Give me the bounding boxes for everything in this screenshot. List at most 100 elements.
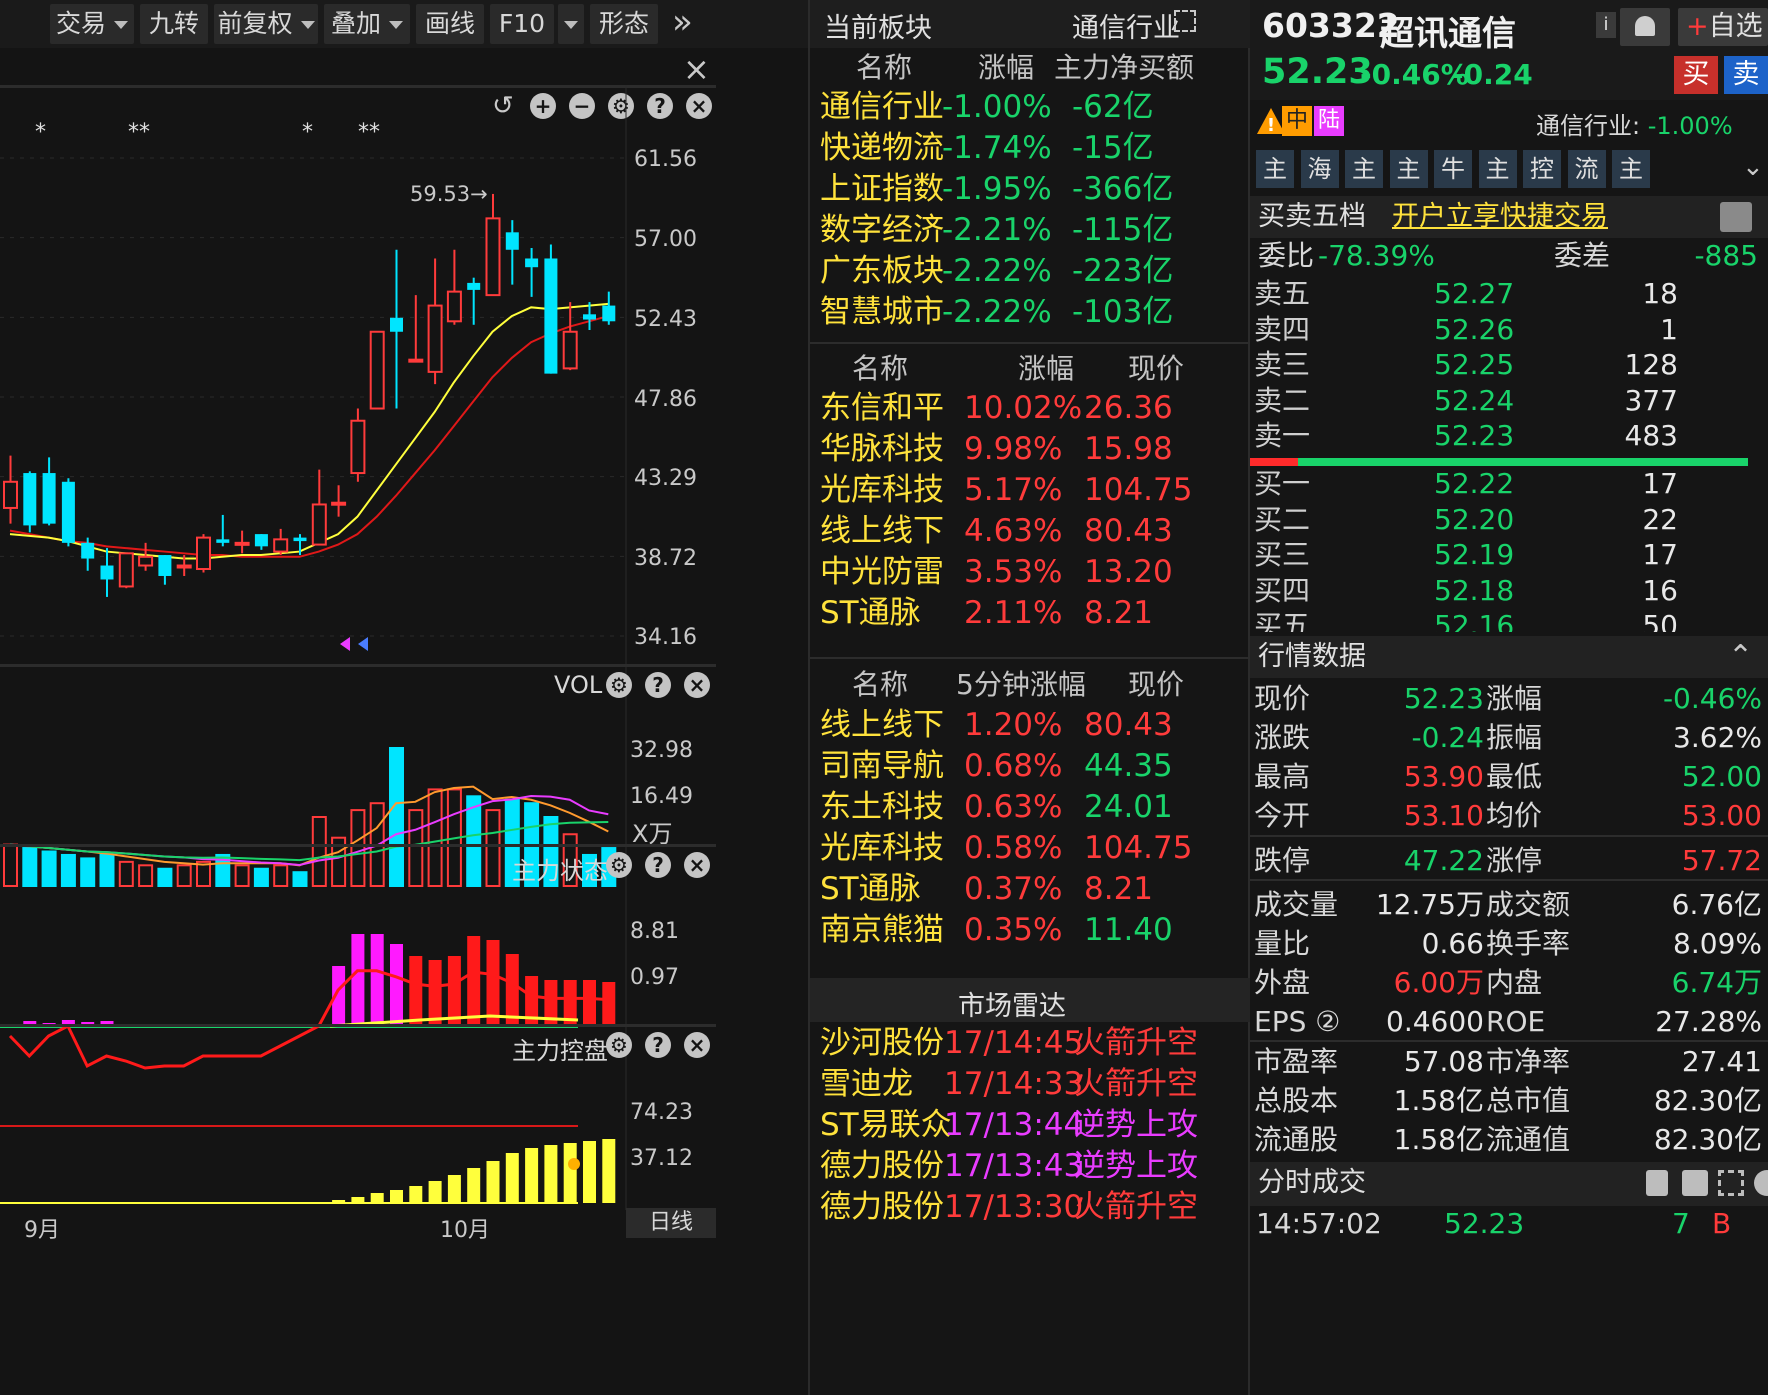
f10-button[interactable]: F10 [490, 4, 554, 44]
quote-value: 57.72 [1681, 844, 1762, 877]
ask-row[interactable]: 卖四 52.26 1 [1250, 310, 1768, 350]
divider [1250, 1040, 1768, 1042]
candle-body [350, 419, 366, 475]
quote-key: 涨跌 [1254, 721, 1311, 754]
fivemin-name: 南京熊猫 [820, 912, 944, 948]
close-icon[interactable]: × [684, 852, 710, 878]
leader-price: 13.20 [1084, 554, 1173, 590]
sector-industry-tab[interactable]: 通信行业 [1072, 6, 1180, 45]
sector-row[interactable]: 智慧城市 -2.22% -103亿 [810, 289, 1250, 335]
gear-icon[interactable]: ⚙ [606, 852, 632, 878]
calculator-icon[interactable] [1682, 1170, 1708, 1196]
gear-icon[interactable]: ⚙ [606, 672, 632, 698]
volume-bar [41, 850, 57, 887]
kline-chart-area[interactable]: × ↺ + − ⚙ ? × * ** * ** 61.56 57.00 52.4… [0, 48, 808, 1395]
fivemin-pct: 0.58% [964, 830, 1063, 866]
leader-row[interactable]: 光库科技 5.17% 104.75 [810, 467, 1250, 513]
quote-row: 流通股 1.58亿 流通值 82.30亿 [1250, 1120, 1768, 1160]
radar-row[interactable]: 雪迪龙 17/14:33 火箭升空 [810, 1061, 1250, 1107]
leader-row[interactable]: 东信和平 10.02% 26.36 [810, 385, 1250, 431]
expand-icon[interactable] [1718, 1170, 1744, 1196]
radar-name: 雪迪龙 [820, 1066, 913, 1102]
radar-name: ST易联众 [820, 1107, 952, 1143]
help-icon[interactable]: ? [645, 672, 671, 698]
jiuzhuan-button[interactable]: 九转 [140, 4, 208, 44]
bid-price: 52.16 [1434, 609, 1515, 632]
lock-icon[interactable] [1646, 1170, 1668, 1196]
fivemin-name: 光库科技 [820, 830, 944, 866]
leader-row[interactable]: 华脉科技 9.98% 15.98 [810, 426, 1250, 472]
pattern-button[interactable]: 形态 [590, 4, 658, 44]
sector-net-buy: -103亿 [1072, 294, 1174, 330]
quote-key: 均价 [1486, 799, 1543, 832]
trade-menu[interactable]: 交易 [50, 4, 134, 44]
fivemin-row[interactable]: 线上线下 1.20% 80.43 [810, 702, 1250, 748]
period-button[interactable]: 日线 [626, 1208, 716, 1238]
tick-price: 52.23 [1444, 1207, 1525, 1240]
ma-line-red [9, 315, 609, 558]
quote-key: 涨停 [1486, 844, 1543, 877]
bid-row[interactable]: 买三 52.19 17 [1250, 535, 1768, 575]
fivemin-columns: 名称 5分钟涨幅 现价 [810, 663, 1250, 707]
leader-row[interactable]: 线上线下 4.63% 80.43 [810, 508, 1250, 554]
draw-line-button[interactable]: 画线 [416, 4, 484, 44]
control-tick: 74.23 [630, 1100, 693, 1125]
expand-icon[interactable] [1174, 10, 1196, 32]
radar-row[interactable]: ST易联众 17/13:44 逆势上攻 [810, 1102, 1250, 1148]
radar-row[interactable]: 德力股份 17/13:30 火箭升空 [810, 1184, 1250, 1230]
radar-row[interactable]: 沙河股份 17/14:45 火箭升空 [810, 1020, 1250, 1066]
candle-body [331, 501, 347, 506]
vol-tick: 16.49 [630, 784, 693, 809]
price-tick: 52.43 [634, 307, 697, 332]
fivemin-row[interactable]: 光库科技 0.58% 104.75 [810, 825, 1250, 871]
sector-row[interactable]: 上证指数 -1.95% -366亿 [810, 166, 1250, 212]
sector-pct: -2.22% [942, 294, 1052, 330]
more-arrows-icon[interactable]: » [672, 2, 693, 42]
help-icon[interactable] [1754, 1170, 1768, 1196]
leader-pct: 2.11% [964, 595, 1063, 631]
help-icon[interactable]: ? [645, 852, 671, 878]
sector-row[interactable]: 数字经济 -2.21% -115亿 [810, 207, 1250, 253]
overlay-menu[interactable]: 叠加 [324, 4, 410, 44]
candle-body [602, 305, 616, 322]
leader-row[interactable]: 中光防雷 3.53% 13.20 [810, 549, 1250, 595]
state-bar [370, 934, 384, 1026]
bid-row[interactable]: 买二 52.20 22 [1250, 500, 1768, 540]
chevron-up-icon[interactable]: ⌃ [1728, 636, 1753, 678]
fivemin-row[interactable]: 南京熊猫 0.35% 11.40 [810, 907, 1250, 953]
fivemin-row[interactable]: ST通脉 0.37% 8.21 [810, 866, 1250, 912]
ask-row[interactable]: 卖五 52.27 18 [1250, 274, 1768, 314]
candle-body [216, 539, 230, 543]
help-icon[interactable]: ? [645, 1032, 671, 1058]
fivemin-price: 8.21 [1084, 871, 1154, 907]
fivemin-row[interactable]: 司南导航 0.68% 44.35 [810, 743, 1250, 789]
vol-title: VOL [554, 671, 603, 699]
quote-value: 53.10 [1403, 799, 1484, 832]
fivemin-row[interactable]: 东土科技 0.63% 24.01 [810, 784, 1250, 830]
sector-row[interactable]: 通信行业 -1.00% -62亿 [810, 84, 1250, 130]
ask-row[interactable]: 卖二 52.24 377 [1250, 381, 1768, 421]
close-icon[interactable]: × [684, 672, 710, 698]
price-tick: 43.29 [634, 466, 697, 491]
sector-row[interactable]: 广东板块 -2.22% -223亿 [810, 248, 1250, 294]
quote-value: 82.30亿 [1653, 1084, 1762, 1117]
candle-body [562, 330, 578, 370]
bid-label: 买四 [1254, 573, 1311, 607]
bid-row[interactable]: 买五 52.16 50 [1250, 606, 1768, 632]
ask-row[interactable]: 卖一 52.23 483 [1250, 416, 1768, 456]
leader-row[interactable]: ST通脉 2.11% 8.21 [810, 590, 1250, 636]
ask-row[interactable]: 卖三 52.25 128 [1250, 345, 1768, 385]
f10-dropdown[interactable] [558, 4, 584, 44]
volume-bar [389, 747, 404, 887]
sector-row[interactable]: 快递物流 -1.74% -15亿 [810, 125, 1250, 171]
radar-row[interactable]: 德力股份 17/13:43 逆势上攻 [810, 1143, 1250, 1189]
sector-net-buy: -115亿 [1072, 212, 1174, 248]
bid-row[interactable]: 买四 52.18 16 [1250, 571, 1768, 611]
control-bar [467, 1168, 481, 1203]
bid-row[interactable]: 买一 52.22 17 [1250, 464, 1768, 504]
close-icon[interactable]: × [684, 1032, 710, 1058]
gear-icon[interactable]: ⚙ [606, 1032, 632, 1058]
volume-bar [80, 857, 96, 888]
adjust-menu[interactable]: 前复权 [214, 4, 318, 44]
quote-key: 成交量 [1254, 888, 1339, 921]
